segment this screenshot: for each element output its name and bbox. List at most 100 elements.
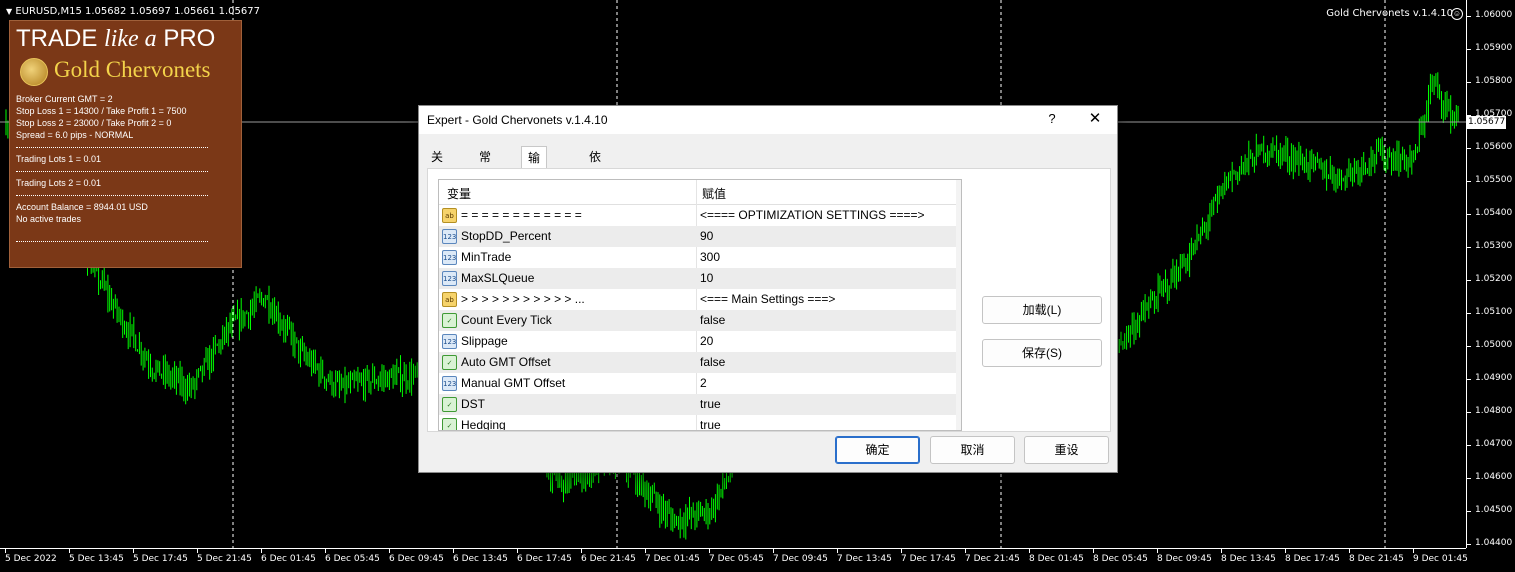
- vertical-scrollbar[interactable]: [956, 180, 962, 430]
- price-tick: [1467, 346, 1471, 347]
- account-balance-text: Account Balance = 8944.01 USD: [16, 202, 148, 212]
- parameter-row[interactable]: ab > > > > > > > > > > > ... <=== Main Set…: [439, 289, 956, 310]
- time-tick: [773, 549, 774, 553]
- price-label: 1.05300: [1475, 241, 1513, 251]
- time-tick: [5, 549, 6, 553]
- parameter-row[interactable]: ✓ Auto GMT Offset false: [439, 352, 956, 373]
- integer-type-icon: 123: [442, 376, 457, 391]
- tab-dependencies[interactable]: 依存关系: [583, 146, 607, 230]
- ok-button[interactable]: 确定: [835, 436, 920, 464]
- parameter-value[interactable]: true: [700, 418, 721, 430]
- price-label: 1.04800: [1475, 406, 1513, 416]
- time-label: 8 Dec 05:45: [1093, 554, 1148, 564]
- parameter-value[interactable]: true: [700, 397, 721, 411]
- parameter-name: > > > > > > > > > > > ...: [461, 292, 585, 306]
- time-tick: [1221, 549, 1222, 553]
- chart-symbol-header: ▼ EURUSD,M15 1.05682 1.05697 1.05661 1.0…: [6, 6, 260, 17]
- time-label: 7 Dec 09:45: [773, 554, 828, 564]
- scrollbar-thumb[interactable]: [961, 198, 962, 220]
- time-label: 8 Dec 13:45: [1221, 554, 1276, 564]
- parameter-value[interactable]: false: [700, 355, 725, 369]
- close-icon[interactable]: ✕: [1085, 109, 1105, 127]
- parameter-value[interactable]: 300: [700, 250, 720, 264]
- time-label: 7 Dec 01:45: [645, 554, 700, 564]
- parameter-name: StopDD_Percent: [461, 229, 552, 243]
- time-label: 7 Dec 21:45: [965, 554, 1020, 564]
- divider: [16, 171, 208, 172]
- time-label: 8 Dec 21:45: [1349, 554, 1404, 564]
- parameter-row[interactable]: ✓ DST true: [439, 394, 956, 415]
- parameter-row[interactable]: ✓ Hedging true: [439, 415, 956, 430]
- price-tick: [1467, 49, 1471, 50]
- time-tick: [1157, 549, 1158, 553]
- parameter-value[interactable]: false: [700, 313, 725, 327]
- time-tick: [453, 549, 454, 553]
- boolean-type-icon: ✓: [442, 418, 457, 430]
- variable-column-header[interactable]: 变量: [447, 185, 471, 202]
- dropdown-triangle-icon[interactable]: ▼: [6, 7, 12, 16]
- price-label: 1.05400: [1475, 208, 1513, 218]
- save-button[interactable]: 保存(S): [982, 339, 1102, 367]
- time-label: 6 Dec 21:45: [581, 554, 636, 564]
- parameter-value[interactable]: 20: [700, 334, 713, 348]
- parameter-value[interactable]: 10: [700, 271, 713, 285]
- parameter-row[interactable]: 123 Slippage 20: [439, 331, 956, 352]
- time-tick: [325, 549, 326, 553]
- parameter-name: = = = = = = = = = = = =: [461, 208, 582, 222]
- time-tick: [645, 549, 646, 553]
- parameter-row[interactable]: 123 MinTrade 300: [439, 247, 956, 268]
- reset-button[interactable]: 重设: [1024, 436, 1109, 464]
- time-label: 8 Dec 01:45: [1029, 554, 1084, 564]
- tab-inputs[interactable]: 输入参数: [521, 146, 548, 231]
- parameter-row[interactable]: 123 Manual GMT Offset 2: [439, 373, 956, 394]
- ea-info-panel: TRADE like a PRO Gold Chervonets Broker …: [9, 20, 242, 268]
- time-label: 5 Dec 13:45: [69, 554, 124, 564]
- broker-gmt-text: Broker Current GMT = 2: [16, 94, 113, 104]
- time-label: 7 Dec 13:45: [837, 554, 892, 564]
- time-label: 6 Dec 05:45: [325, 554, 380, 564]
- help-button[interactable]: ?: [1045, 111, 1059, 126]
- parameter-value[interactable]: <==== OPTIMIZATION SETTINGS ====>: [700, 208, 925, 222]
- parameter-value[interactable]: 2: [700, 376, 707, 390]
- price-label: 1.04900: [1475, 373, 1513, 383]
- time-axis[interactable]: 5 Dec 2022 5 Dec 13:45 5 Dec 17:45 5 Dec 21…: [0, 548, 1468, 572]
- time-label: 7 Dec 17:45: [901, 554, 956, 564]
- gold-coin-icon: [20, 58, 48, 86]
- smiley-icon[interactable]: ☺: [1451, 8, 1463, 20]
- price-label: 1.05000: [1475, 340, 1513, 350]
- time-tick: [837, 549, 838, 553]
- parameter-row[interactable]: ✓ Count Every Tick false: [439, 310, 956, 331]
- price-label: 1.05800: [1475, 76, 1513, 86]
- price-tick: [1467, 478, 1471, 479]
- time-tick: [581, 549, 582, 553]
- price-label: 1.06000: [1475, 10, 1513, 20]
- time-label: 5 Dec 21:45: [197, 554, 252, 564]
- price-label: 1.04700: [1475, 439, 1513, 449]
- inputs-tab-panel: 变量 赋值 ab = = = = = = = = = = = = <==== OPT…: [427, 168, 1111, 432]
- load-button[interactable]: 加载(L): [982, 296, 1102, 324]
- time-label: 5 Dec 17:45: [133, 554, 188, 564]
- parameter-value[interactable]: <=== Main Settings ===>: [700, 292, 835, 306]
- parameter-row[interactable]: 123 MaxSLQueue 10: [439, 268, 956, 289]
- trade-like-a-pro-logo: TRADE like a PRO: [16, 25, 216, 52]
- parameter-row[interactable]: 123 StopDD_Percent 90: [439, 226, 956, 247]
- dialog-titlebar[interactable]: Expert - Gold Chervonets v.1.4.10 ? ✕: [419, 106, 1117, 134]
- cancel-button[interactable]: 取消: [930, 436, 1015, 464]
- stop-loss-2-text: Stop Loss 2 = 23000 / Take Profit 2 = 0: [16, 118, 172, 128]
- parameters-grid[interactable]: 变量 赋值 ab = = = = = = = = = = = = <==== OPT…: [438, 179, 962, 431]
- value-column-header[interactable]: 赋值: [702, 185, 726, 202]
- parameter-value[interactable]: 90: [700, 229, 713, 243]
- time-tick: [69, 549, 70, 553]
- time-tick: [1285, 549, 1286, 553]
- product-logo-text: Gold Chervonets: [54, 57, 211, 82]
- time-label: 5 Dec 2022: [5, 554, 57, 564]
- tab-about[interactable]: 关于: [425, 146, 449, 186]
- parameter-row[interactable]: ab = = = = = = = = = = = = <==== OPTIMIZAT…: [439, 205, 956, 226]
- price-tick: [1467, 214, 1471, 215]
- tab-common[interactable]: 常用: [473, 146, 497, 186]
- price-axis[interactable]: 1.06000 1.05900 1.05800 1.05700 1.05600 1.055…: [1466, 0, 1515, 548]
- price-label: 1.05600: [1475, 142, 1513, 152]
- expert-properties-dialog: Expert - Gold Chervonets v.1.4.10 ? ✕ 关于…: [418, 105, 1118, 473]
- time-tick: [1349, 549, 1350, 553]
- price-tick: [1467, 379, 1471, 380]
